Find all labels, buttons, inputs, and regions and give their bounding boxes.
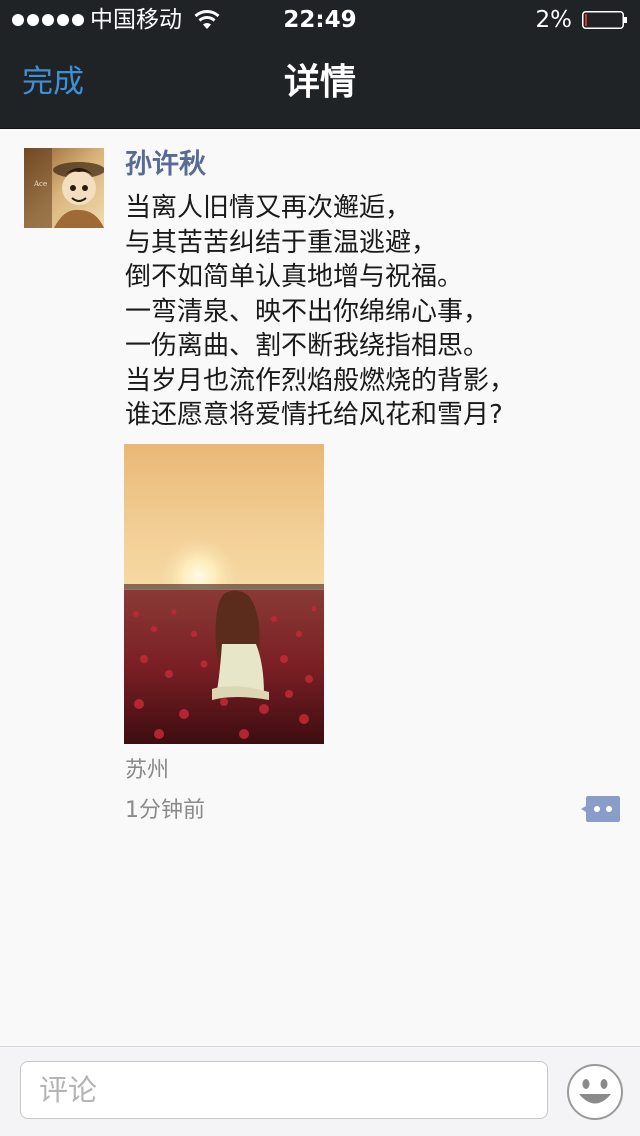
smiley-face-icon[interactable] xyxy=(566,1063,624,1121)
comment-input[interactable] xyxy=(20,1061,548,1119)
comment-bar xyxy=(0,1046,640,1136)
moments-detail-screen: 中国移动 22:49 2% 完成 详情 Ace 孙许秋 当离人旧情又再次邂逅， … xyxy=(0,0,640,1136)
post-photo[interactable] xyxy=(124,444,324,744)
svg-text:Ace: Ace xyxy=(33,180,47,188)
comment-menu-button[interactable] xyxy=(580,794,620,824)
photo-girl-in-flower-field-icon xyxy=(124,444,324,744)
post-line: 倒不如简单认真地增与祝福。 xyxy=(125,262,464,292)
post-line: 谁还愿意将爱情托给风花和雪月? xyxy=(125,400,503,430)
author-name[interactable]: 孙许秋 xyxy=(125,148,206,182)
post-line: 当岁月也流作烈焰般燃烧的背影， xyxy=(125,365,516,396)
author-avatar[interactable]: Ace xyxy=(24,148,104,228)
battery-percentage: 2% xyxy=(535,7,573,33)
post-location[interactable]: 苏州 xyxy=(125,756,169,786)
battery-icon xyxy=(582,11,627,29)
post-time: 1分钟前 xyxy=(125,798,205,823)
page-title: 详情 xyxy=(283,62,356,103)
post-line: 与其苦苦纠结于重温逃避， xyxy=(125,227,438,258)
navigation-bar: 完成 详情 xyxy=(0,40,640,129)
avatar-anime-character-icon: Ace xyxy=(24,148,104,228)
post-line: 当离人旧情又再次邂逅， xyxy=(125,193,412,223)
post-content: 当离人旧情又再次邂逅， 与其苦苦纠结于重温逃避， 倒不如简单认真地增与祝福。 一… xyxy=(125,191,615,433)
post-line: 一弯清泉、映不出你绵绵心事， xyxy=(125,296,490,327)
post-line: 一伤离曲、割不断我绕指相思。 xyxy=(125,331,490,361)
status-bar: 中国移动 22:49 2% xyxy=(0,0,640,40)
